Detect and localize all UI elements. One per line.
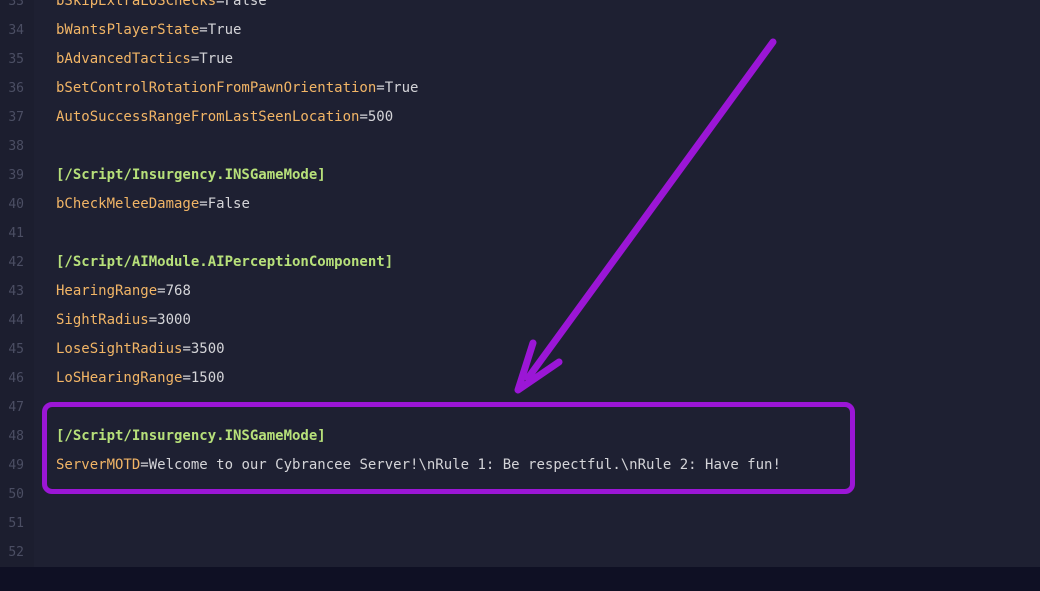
config-value: 768 <box>165 283 191 299</box>
config-value: True <box>384 80 419 96</box>
line-content: bWantsPlayerState=True <box>56 16 241 45</box>
equals-sign: = <box>148 312 158 328</box>
line-number: 33 <box>8 0 24 9</box>
config-key: bCheckMeleeDamage <box>56 196 200 212</box>
line-number: 43 <box>8 284 24 299</box>
line-number: 44 <box>8 313 24 328</box>
line-content: bSetControlRotationFromPawnOrientation=T… <box>56 74 418 103</box>
line-content: LoSHearingRange=1500 <box>56 364 225 393</box>
equals-sign: = <box>157 283 166 299</box>
equals-sign: = <box>199 22 208 38</box>
code-line[interactable]: 42 [/Script/AIModule.AIPerceptionComponen… <box>0 248 1040 277</box>
line-number: 42 <box>8 255 24 270</box>
line-number: 37 <box>8 110 24 125</box>
equals-sign: = <box>216 0 225 9</box>
config-key: LoseSightRadius <box>56 341 183 357</box>
equals-sign: = <box>182 370 191 386</box>
line-number: 45 <box>8 342 24 357</box>
line-number: 49 <box>8 458 24 473</box>
config-value: False <box>207 196 250 212</box>
line-number: 35 <box>8 52 24 67</box>
code-line[interactable]: 46 LoSHearingRange=1500 <box>0 364 1040 393</box>
line-content: AutoSuccessRangeFromLastSeenLocation=500 <box>56 103 393 132</box>
config-key: bAdvancedTactics <box>56 51 191 67</box>
code-line[interactable]: 33 bSkipExtraLOSChecks=False <box>0 0 1040 16</box>
code-line[interactable]: 34 bWantsPlayerState=True <box>0 16 1040 45</box>
code-line[interactable]: 35 bAdvancedTactics=True <box>0 45 1040 74</box>
line-content: [/Script/Insurgency.INSGameMode] <box>56 161 326 190</box>
line-content: bAdvancedTactics=True <box>56 45 233 74</box>
line-number: 51 <box>8 516 24 531</box>
line-number: 47 <box>8 400 24 415</box>
config-value: 3500 <box>190 341 225 357</box>
code-line[interactable]: 51 <box>0 509 1040 538</box>
config-key: SightRadius <box>56 312 149 328</box>
config-key: ServerMOTD <box>56 457 141 473</box>
equals-sign: = <box>376 80 385 96</box>
line-content: ServerMOTD=Welcome to our Cybrancee Serv… <box>56 451 781 480</box>
line-number: 52 <box>8 545 24 560</box>
code-line[interactable]: 38 <box>0 132 1040 161</box>
code-line[interactable]: 36 bSetControlRotationFromPawnOrientation… <box>0 74 1040 103</box>
code-line[interactable]: 49 ServerMOTD=Welcome to our Cybrancee Se… <box>0 451 1040 480</box>
line-number: 46 <box>8 371 24 386</box>
config-value: Welcome to our Cybrancee Server!\nRule 1… <box>148 457 781 473</box>
code-line[interactable]: 39 [/Script/Insurgency.INSGameMode] <box>0 161 1040 190</box>
config-section-header: [/Script/Insurgency.INSGameMode] <box>56 167 326 183</box>
config-key: bSkipExtraLOSChecks <box>56 0 217 9</box>
line-content: SightRadius=3000 <box>56 306 191 335</box>
code-line[interactable]: 44 SightRadius=3000 <box>0 306 1040 335</box>
line-content: bSkipExtraLOSChecks=False <box>56 0 267 16</box>
code-editor[interactable]: 33 bSkipExtraLOSChecks=False 34 bWantsPlaye… <box>0 0 1040 567</box>
line-number: 36 <box>8 81 24 96</box>
line-content: bCheckMeleeDamage=False <box>56 190 250 219</box>
line-number: 48 <box>8 429 24 444</box>
line-number: 34 <box>8 23 24 38</box>
line-content: HearingRange=768 <box>56 277 191 306</box>
equals-sign: = <box>199 196 208 212</box>
line-content: [/Script/AIModule.AIPerceptionComponent] <box>56 248 393 277</box>
config-value: True <box>199 51 234 67</box>
config-key: HearingRange <box>56 283 158 299</box>
equals-sign: = <box>140 457 149 473</box>
code-line[interactable]: 45 LoseSightRadius=3500 <box>0 335 1040 364</box>
line-number: 38 <box>8 139 24 154</box>
code-line[interactable]: 40 bCheckMeleeDamage=False <box>0 190 1040 219</box>
code-line[interactable]: 48 [/Script/Insurgency.INSGameMode] <box>0 422 1040 451</box>
code-line[interactable]: 50 <box>0 480 1040 509</box>
line-content: [/Script/Insurgency.INSGameMode] <box>56 422 326 451</box>
config-section-header: [/Script/AIModule.AIPerceptionComponent] <box>56 254 394 270</box>
code-line[interactable]: 37 AutoSuccessRangeFromLastSeenLocation=5… <box>0 103 1040 132</box>
equals-sign: = <box>182 341 191 357</box>
config-value: False <box>224 0 267 9</box>
equals-sign: = <box>359 109 368 125</box>
line-number: 40 <box>8 197 24 212</box>
config-value: True <box>207 22 242 38</box>
line-content: LoseSightRadius=3500 <box>56 335 225 364</box>
config-key: bSetControlRotationFromPawnOrientation <box>56 80 377 96</box>
code-line[interactable]: 52 <box>0 538 1040 567</box>
config-value: 500 <box>367 109 394 125</box>
code-line[interactable]: 41 <box>0 219 1040 248</box>
config-value: 3000 <box>157 312 191 328</box>
config-key: LoSHearingRange <box>56 370 183 386</box>
status-bar <box>0 567 1040 591</box>
config-section-header: [/Script/Insurgency.INSGameMode] <box>56 428 326 444</box>
line-number: 50 <box>8 487 24 502</box>
code-line[interactable]: 47 <box>0 393 1040 422</box>
config-value: 1500 <box>190 370 225 386</box>
code-line[interactable]: 43 HearingRange=768 <box>0 277 1040 306</box>
line-number: 41 <box>8 226 24 241</box>
line-number: 39 <box>8 168 24 183</box>
config-key: bWantsPlayerState <box>56 22 200 38</box>
config-key: AutoSuccessRangeFromLastSeenLocation <box>56 109 360 125</box>
